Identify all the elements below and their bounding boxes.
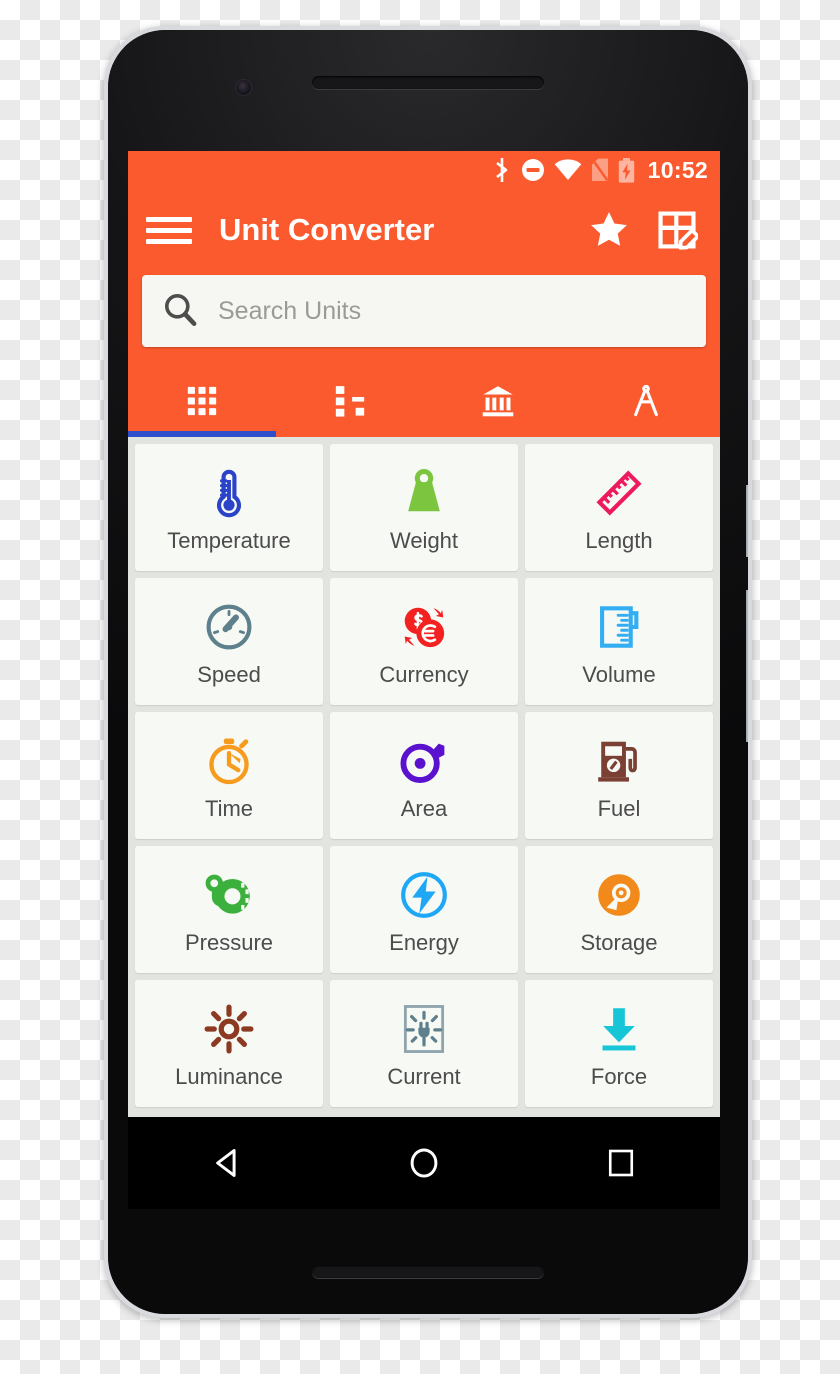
phone-device: 10:52 Unit Converter Search Units Temper… — [104, 26, 752, 1318]
grid-icon — [187, 386, 217, 416]
tab-active-indicator — [128, 431, 276, 437]
ruler-icon — [593, 462, 645, 524]
star-icon[interactable] — [588, 209, 630, 251]
tile-label: Time — [204, 795, 254, 821]
tile-pressure[interactable]: Pressure — [135, 846, 323, 973]
android-navigation-bar — [128, 1117, 720, 1209]
tile-time[interactable]: Time — [135, 712, 323, 839]
tile-label: Area — [400, 795, 448, 821]
recents-square-icon[interactable] — [576, 1133, 666, 1193]
currency-coins-icon — [398, 596, 450, 658]
hamburger-menu-icon[interactable] — [146, 210, 192, 250]
search-bar-container: Search Units — [128, 271, 720, 365]
battery-charging-icon — [618, 157, 635, 183]
tile-label: Luminance — [175, 1063, 283, 1089]
status-bar-time: 10:52 — [647, 156, 708, 183]
status-bar: 10:52 — [128, 151, 720, 189]
tile-energy[interactable]: Energy — [330, 846, 518, 973]
sun-icon — [203, 998, 255, 1060]
stopwatch-icon — [203, 730, 255, 792]
tile-force[interactable]: Force — [525, 980, 713, 1107]
front-camera-icon — [236, 80, 251, 95]
home-circle-icon[interactable] — [379, 1133, 469, 1193]
no-sim-icon — [591, 158, 609, 182]
search-placeholder-text: Search Units — [218, 296, 362, 325]
tile-fuel[interactable]: Fuel — [525, 712, 713, 839]
tile-speed[interactable]: Speed — [135, 578, 323, 705]
tile-weight[interactable]: Weight — [330, 444, 518, 571]
tape-measure-icon — [398, 730, 450, 792]
tile-luminance[interactable]: Luminance — [135, 980, 323, 1107]
tile-label: Storage — [580, 929, 658, 955]
unit-category-grid: Temperature Weight Length Speed Currency… — [128, 437, 720, 1114]
speedometer-icon — [203, 596, 255, 658]
do-not-disturb-icon — [521, 158, 545, 182]
tile-label: Pressure — [184, 929, 274, 955]
bottom-speaker-icon — [312, 1265, 544, 1278]
tile-volume[interactable]: Volume — [525, 578, 713, 705]
bank-icon — [482, 386, 514, 417]
page-title: Unit Converter — [219, 212, 435, 247]
lightning-bolt-icon — [398, 864, 450, 926]
power-button[interactable] — [746, 485, 748, 557]
tile-length[interactable]: Length — [525, 444, 713, 571]
fuel-pump-icon — [593, 730, 645, 792]
tile-currency[interactable]: Currency — [330, 578, 518, 705]
beaker-icon — [593, 596, 645, 658]
tile-label: Speed — [197, 661, 261, 687]
tile-label: Energy — [389, 929, 459, 955]
tab-grid[interactable] — [128, 365, 276, 437]
tile-label: Force — [590, 1063, 648, 1089]
wifi-icon — [554, 159, 582, 181]
compass-icon — [634, 384, 658, 417]
search-icon — [162, 291, 198, 332]
down-arrow-icon — [593, 998, 645, 1060]
edit-table-icon[interactable] — [656, 209, 698, 251]
tile-label: Length — [585, 527, 653, 553]
thermometer-icon — [203, 462, 255, 524]
tile-label: Temperature — [167, 527, 291, 553]
tile-temperature[interactable]: Temperature — [135, 444, 323, 571]
tree-hierarchy-icon — [335, 386, 365, 417]
app-bar: Unit Converter — [128, 189, 720, 271]
earpiece-speaker-icon — [312, 76, 544, 89]
tab-bar — [128, 365, 720, 437]
back-triangle-icon[interactable] — [182, 1133, 272, 1193]
tab-compass[interactable] — [572, 365, 720, 437]
current-plug-icon — [398, 998, 450, 1060]
tile-label: Weight — [389, 527, 459, 553]
tile-current[interactable]: Current — [330, 980, 518, 1107]
tire-pressure-icon — [203, 864, 255, 926]
tile-label: Fuel — [597, 795, 641, 821]
tile-area[interactable]: Area — [330, 712, 518, 839]
tile-label: Volume — [582, 661, 656, 687]
tile-label: Current — [387, 1063, 461, 1089]
tile-storage[interactable]: Storage — [525, 846, 713, 973]
volume-rocker-button[interactable] — [746, 590, 748, 742]
tab-bank[interactable] — [424, 365, 572, 437]
bluetooth-icon — [492, 157, 512, 183]
tile-label: Currency — [379, 661, 469, 687]
search-input[interactable]: Search Units — [142, 275, 706, 347]
disc-storage-icon — [593, 864, 645, 926]
phone-screen: 10:52 Unit Converter Search Units Temper… — [128, 151, 720, 1117]
phone-body: 10:52 Unit Converter Search Units Temper… — [108, 30, 748, 1314]
tab-hierarchy[interactable] — [276, 365, 424, 437]
weight-icon — [398, 462, 450, 524]
